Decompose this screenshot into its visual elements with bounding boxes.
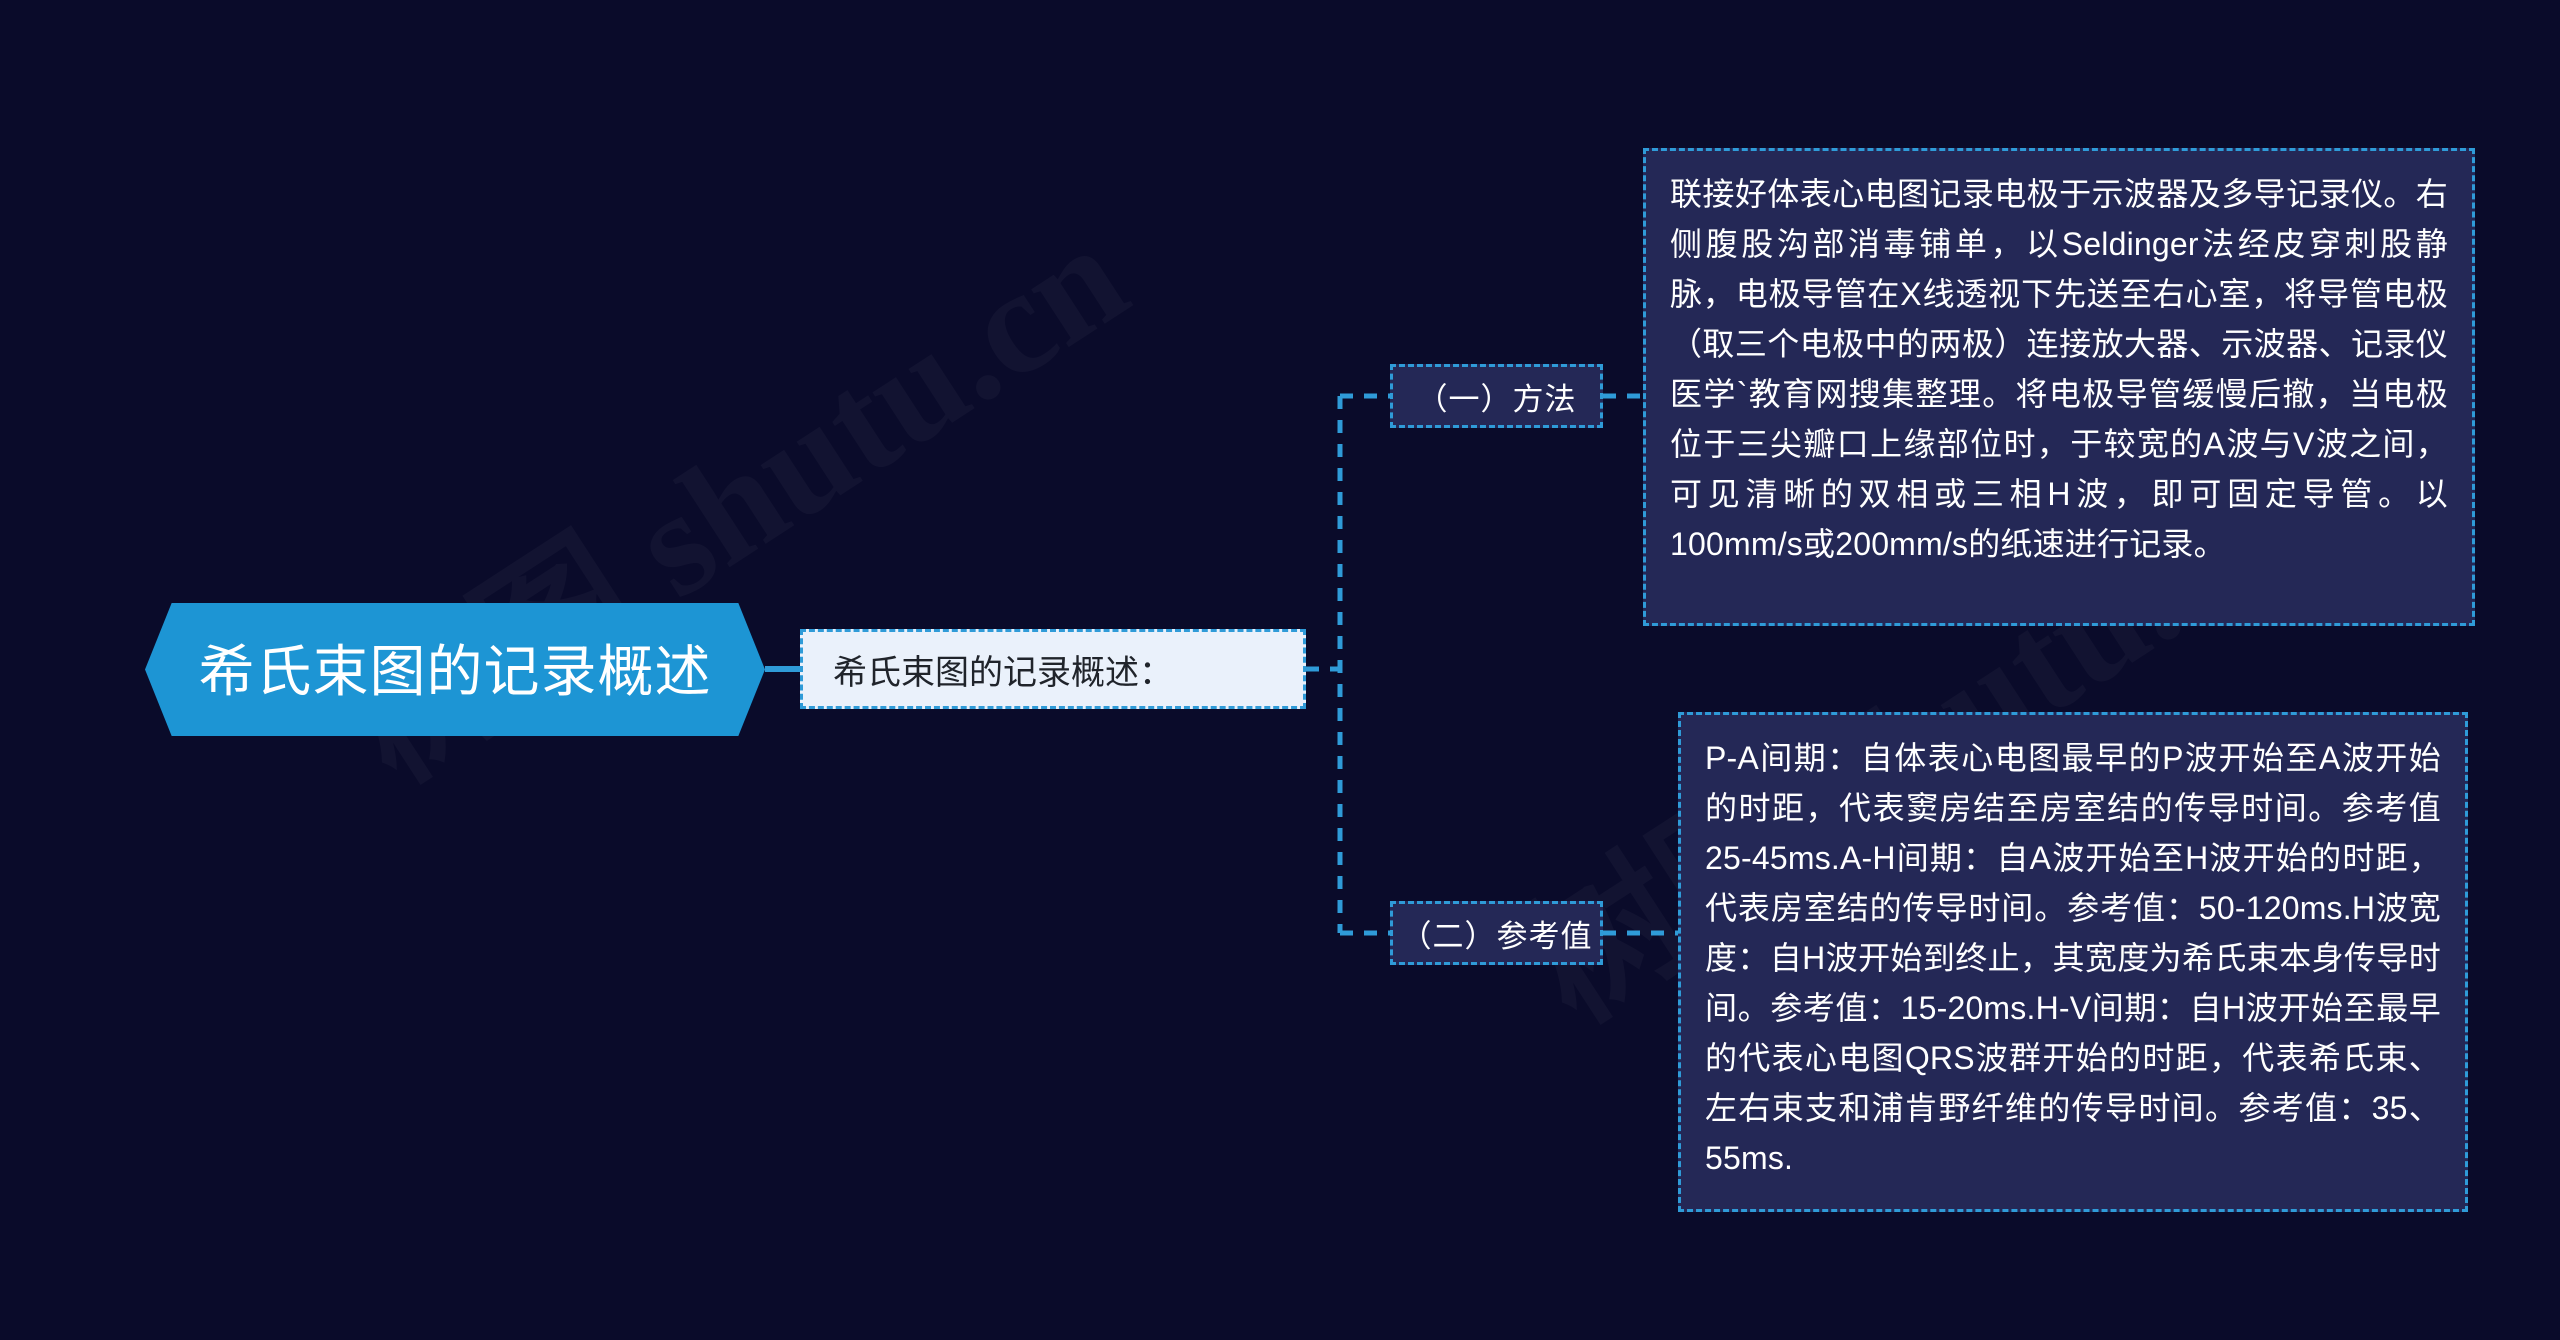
node-branch-reference-value[interactable]: （二）参考值 (1390, 901, 1603, 965)
node-level2-label: 希氏束图的记录概述： (833, 653, 1173, 692)
node-branch-reference-value-label: （二）参考值 (1400, 918, 1593, 954)
node-branch-method[interactable]: （一）方法 (1390, 364, 1603, 428)
content-box-method[interactable]: 联接好体表心电图记录电极于示波器及多导记录仪。右侧腹股沟部消毒铺单，以Seldi… (1643, 148, 2475, 626)
node-branch-method-label: （一）方法 (1416, 381, 1577, 417)
root-node[interactable]: 希氏束图的记录概述 (145, 603, 765, 736)
content-box-reference-value[interactable]: P-A间期：自体表心电图最早的P波开始至A波开始的时距，代表窦房结至房室结的传导… (1678, 712, 2468, 1212)
root-node-label: 希氏束图的记录概述 (198, 640, 712, 703)
node-level2-overview[interactable]: 希氏束图的记录概述： (800, 629, 1306, 709)
mindmap-canvas: 树图 shutu.cn 树图 shutu.cn shutu.cn 希氏束图的记录… (0, 0, 2560, 1340)
